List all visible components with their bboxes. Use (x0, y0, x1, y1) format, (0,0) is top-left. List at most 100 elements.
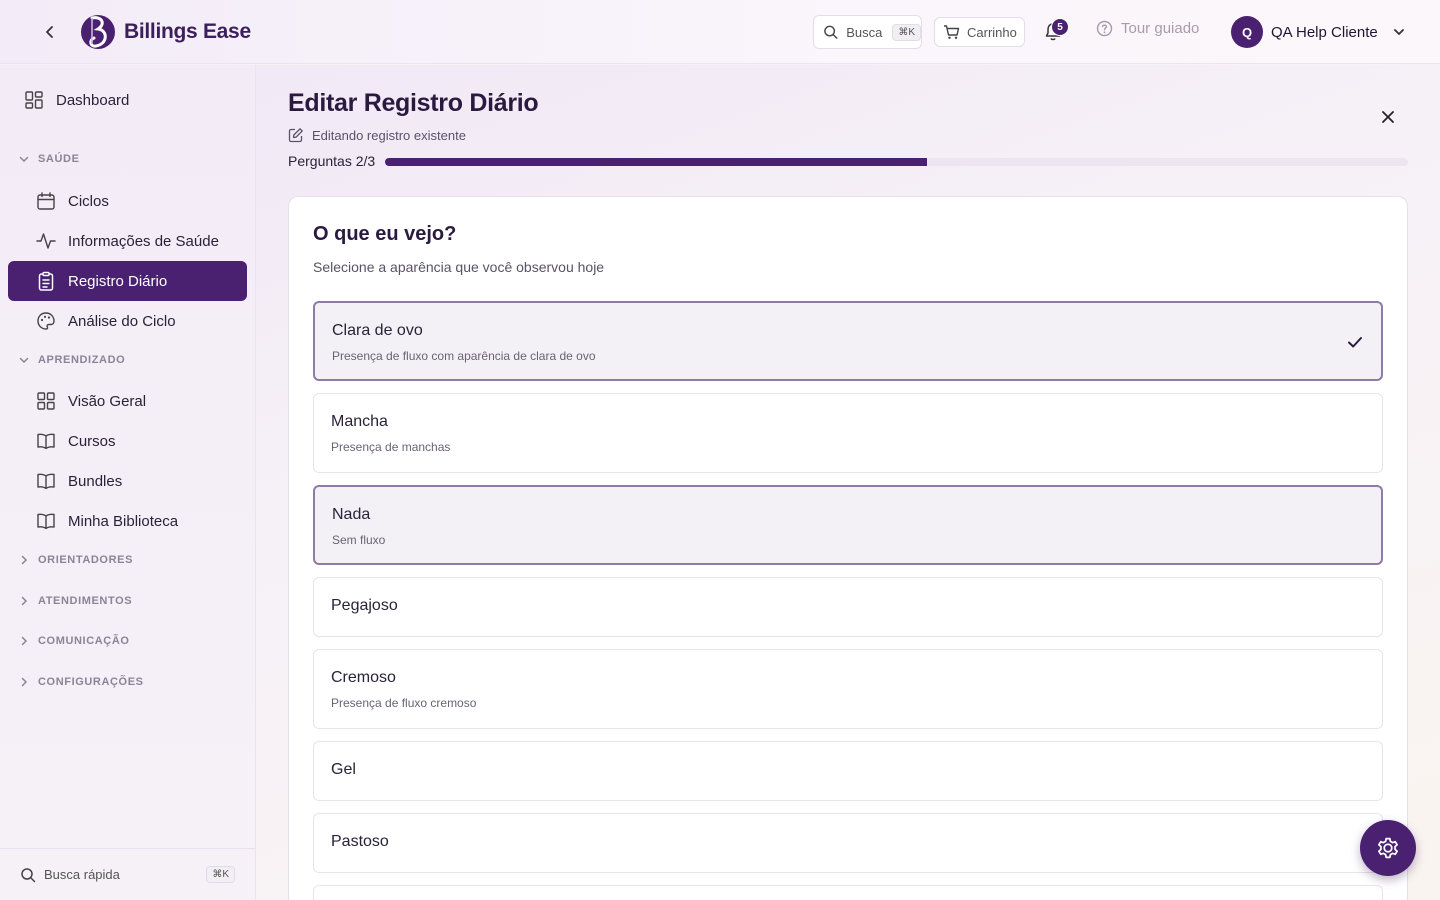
section-label: CONFIGURAÇÕES (38, 676, 144, 688)
palette-icon (36, 311, 56, 331)
book-open-icon (36, 431, 56, 451)
notifications-badge: 5 (1051, 18, 1069, 36)
sidebar-item-label: Ciclos (68, 192, 109, 210)
edit-icon (288, 128, 303, 143)
option-description: Presença de manchas (331, 440, 451, 454)
sidebar-item-label: Visão Geral (68, 392, 147, 410)
section-label: ATENDIMENTOS (38, 595, 133, 607)
settings-fab-button[interactable] (1360, 820, 1416, 876)
sidebar: Dashboard SAÚDE Ciclos Informações de Sa… (0, 65, 256, 900)
section-label: APRENDIZADO (38, 354, 126, 366)
option-label: Nada (332, 506, 371, 523)
cart-label: Carrinho (967, 24, 1017, 40)
user-menu[interactable]: Q QA Help Cliente (1231, 16, 1406, 48)
book-open-icon (36, 511, 56, 531)
cart-button[interactable]: Carrinho (934, 17, 1025, 47)
option-label: Gel (331, 761, 356, 778)
user-name: QA Help Cliente (1271, 23, 1378, 41)
chevron-right-icon (21, 677, 28, 687)
sidebar-item-dashboard[interactable]: Dashboard (24, 80, 224, 120)
page-title: Editar Registro Diário (288, 89, 539, 117)
sidebar-item-label: Cursos (68, 432, 116, 450)
subtitle-text: Editando registro existente (312, 127, 466, 143)
sidebar-item-label: Bundles (68, 472, 123, 490)
brand-name: Billings Ease (124, 20, 251, 43)
chevron-down-icon (1393, 29, 1404, 35)
section-label: SAÚDE (38, 153, 80, 165)
close-button[interactable] (1376, 105, 1400, 129)
option-label: Pastoso (331, 833, 389, 850)
sidebar-item-label: Análise do Ciclo (68, 312, 176, 330)
chevron-down-icon (19, 156, 29, 163)
option-label: Cremoso (331, 669, 396, 686)
option-description: Presença de fluxo cremoso (331, 696, 477, 710)
sidebar-item-label: Informações de Saúde (68, 232, 219, 250)
sidebar-item-visao-geral[interactable]: Visão Geral (36, 381, 236, 421)
section-label: COMUNICAÇÃO (38, 635, 130, 647)
cart-icon (944, 25, 960, 39)
main-content: Editar Registro Diário Editando registro… (256, 65, 1440, 900)
quick-search-shortcut: ⌘K (206, 866, 235, 883)
search-icon (824, 25, 838, 39)
question-card: O que eu vejo? Selecione a aparência que… (288, 196, 1408, 900)
option-mancha[interactable]: Mancha Presença de manchas (313, 393, 1383, 473)
quick-search-label: Busca rápida (44, 867, 120, 882)
progress-bar (385, 158, 1408, 166)
section-atendimentos[interactable]: ATENDIMENTOS (18, 595, 132, 607)
option-gel[interactable]: Gel (313, 741, 1383, 801)
option-label: Clara de ovo (332, 322, 423, 339)
sidebar-item-cursos[interactable]: Cursos (36, 421, 236, 461)
question-title: O que eu vejo? (313, 223, 457, 245)
sidebar-item-registro-diario[interactable]: Registro Diário (8, 261, 247, 301)
sidebar-item-minha-biblioteca[interactable]: Minha Biblioteca (36, 501, 236, 541)
section-comunicacao[interactable]: COMUNICAÇÃO (18, 635, 130, 647)
chevron-right-icon (21, 555, 28, 565)
option-cremoso[interactable]: Cremoso Presença de fluxo cremoso (313, 649, 1383, 729)
option-partial[interactable] (313, 885, 1383, 900)
tour-label: Tour guiado (1121, 20, 1200, 37)
avatar: Q (1231, 16, 1263, 48)
grid-icon (24, 90, 44, 110)
chevron-left-icon (46, 26, 53, 38)
progress-label: Perguntas 2/3 (288, 153, 376, 169)
sidebar-item-label: Registro Diário (68, 272, 168, 290)
option-label: Pegajoso (331, 597, 398, 614)
logo-icon (81, 15, 115, 49)
check-icon (1348, 337, 1362, 348)
calendar-icon (36, 191, 56, 211)
chevron-right-icon (21, 636, 28, 646)
gear-icon (1378, 837, 1398, 859)
section-saude[interactable]: SAÚDE (18, 153, 80, 165)
sidebar-item-ciclos[interactable]: Ciclos (36, 181, 236, 221)
search-shortcut: ⌘K (892, 23, 921, 41)
book-open-icon (36, 471, 56, 491)
option-clara-de-ovo[interactable]: Clara de ovo Presença de fluxo com aparê… (313, 301, 1383, 381)
clipboard-icon (36, 271, 56, 291)
sidebar-item-analise-ciclo[interactable]: Análise do Ciclo (36, 301, 236, 341)
sidebar-item-informacoes-saude[interactable]: Informações de Saúde (36, 221, 246, 261)
sidebar-item-label: Dashboard (56, 91, 130, 109)
option-description: Sem fluxo (332, 533, 386, 547)
section-orientadores[interactable]: ORIENTADORES (18, 554, 133, 566)
close-icon (1382, 111, 1394, 123)
tour-button[interactable]: Tour guiado (1096, 20, 1199, 37)
option-description: Presença de fluxo com aparência de clara… (332, 349, 596, 363)
question-description: Selecione a aparência que você observou … (313, 259, 605, 275)
back-button[interactable] (38, 20, 62, 44)
brand-logo[interactable]: Billings Ease (80, 10, 251, 54)
section-aprendizado[interactable]: APRENDIZADO (18, 354, 125, 366)
option-pastoso[interactable]: Pastoso (313, 813, 1383, 873)
chevron-down-icon (19, 357, 29, 364)
progress-fill (385, 158, 928, 166)
option-nada[interactable]: Nada Sem fluxo (313, 485, 1383, 565)
sidebar-item-bundles[interactable]: Bundles (36, 461, 236, 501)
quick-search-button[interactable]: Busca rápida ⌘K (0, 848, 255, 900)
section-configuracoes[interactable]: CONFIGURAÇÕES (18, 676, 144, 688)
sidebar-item-label: Minha Biblioteca (68, 512, 179, 530)
help-circle-icon (1096, 20, 1113, 37)
search-button[interactable]: Busca ⌘K (813, 15, 922, 49)
grid-icon (36, 391, 56, 411)
option-pegajoso[interactable]: Pegajoso (313, 577, 1383, 637)
top-bar: Billings Ease Busca ⌘K Carrinho 5 Tour g… (0, 0, 1440, 64)
activity-icon (36, 231, 56, 251)
